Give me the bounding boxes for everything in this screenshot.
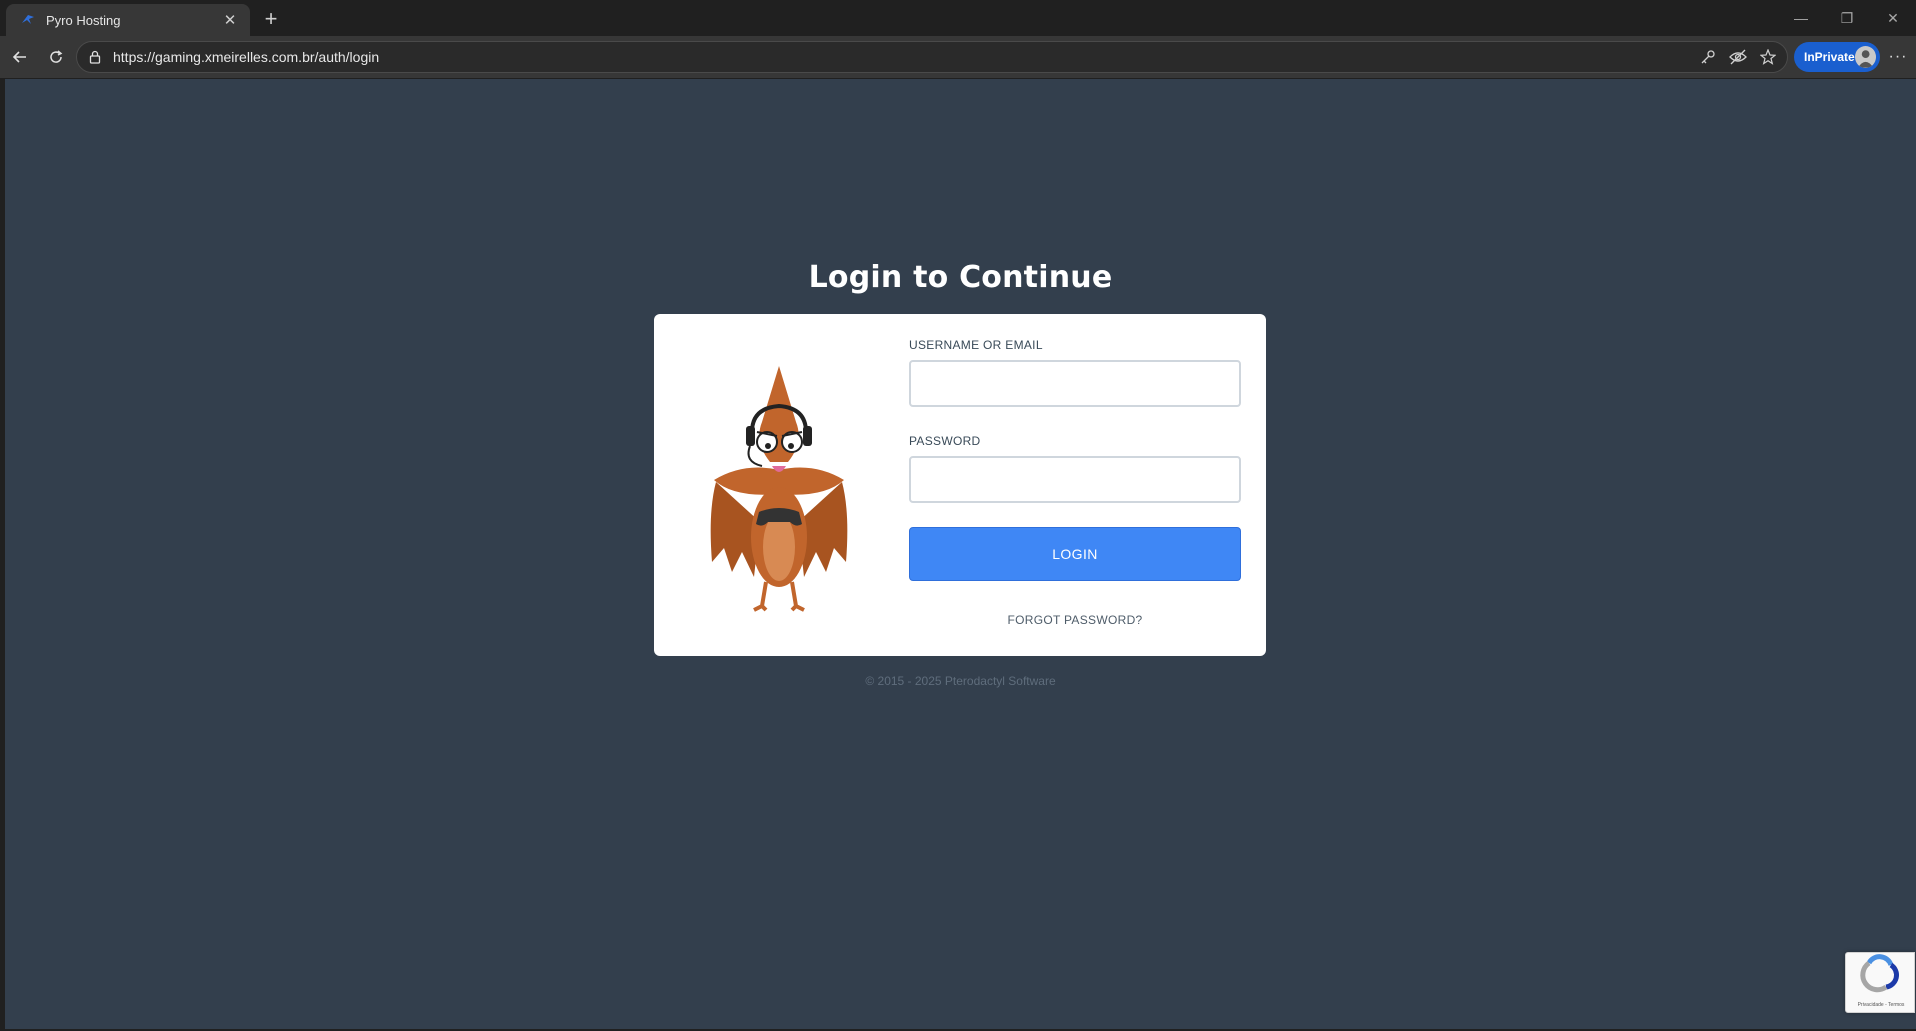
page-viewport: Login to Continue USERNAME OR EMAIL PASS… <box>5 79 1916 1029</box>
tracking-prevention-icon[interactable] <box>1727 46 1749 68</box>
refresh-button[interactable] <box>42 43 70 71</box>
username-input[interactable] <box>909 360 1241 407</box>
password-label: PASSWORD <box>909 434 981 448</box>
url-text[interactable]: https://gaming.xmeirelles.com.br/auth/lo… <box>113 49 1697 65</box>
window-controls: — ❐ ✕ <box>1778 0 1916 36</box>
pterodactyl-favicon-icon <box>20 12 36 28</box>
new-tab-button[interactable]: + <box>258 6 284 32</box>
avatar <box>1854 46 1876 68</box>
login-form: USERNAME OR EMAIL PASSWORD LOGIN FORGOT … <box>909 338 1241 627</box>
recaptcha-logo-icon <box>1860 954 1899 993</box>
more-menu-button[interactable]: ··· <box>1884 43 1912 71</box>
browser-tab[interactable]: Pyro Hosting ✕ <box>6 4 250 36</box>
back-button[interactable] <box>6 43 34 71</box>
password-input[interactable] <box>909 456 1241 503</box>
back-arrow-icon <box>12 51 26 63</box>
inprivate-label: InPrivate <box>1804 50 1855 64</box>
copyright-footer: © 2015 - 2025 Pterodactyl Software <box>865 674 1056 688</box>
pterodactyl-mascot-icon <box>710 366 848 612</box>
page-title: Login to Continue <box>808 260 1113 295</box>
refresh-icon <box>50 50 63 63</box>
password-key-icon[interactable] <box>1697 46 1719 68</box>
login-card: USERNAME OR EMAIL PASSWORD LOGIN FORGOT … <box>654 314 1266 656</box>
tab-strip: Pyro Hosting ✕ + — ❐ ✕ <box>0 0 1916 36</box>
minimize-button[interactable]: — <box>1778 0 1824 36</box>
login-button[interactable]: LOGIN <box>909 527 1241 581</box>
browser-toolbar: https://gaming.xmeirelles.com.br/auth/lo… <box>0 36 1916 78</box>
username-label: USERNAME OR EMAIL <box>909 338 1043 352</box>
recaptcha-terms[interactable]: Privacidade - Termos <box>1846 1002 1916 1008</box>
tab-close-icon[interactable]: ✕ <box>220 10 240 30</box>
tab-title: Pyro Hosting <box>46 12 121 28</box>
favorite-star-icon[interactable] <box>1757 46 1779 68</box>
forgot-password-link[interactable]: FORGOT PASSWORD? <box>909 613 1241 627</box>
restore-button[interactable]: ❐ <box>1824 0 1870 36</box>
address-bar[interactable]: https://gaming.xmeirelles.com.br/auth/lo… <box>76 41 1788 73</box>
close-window-button[interactable]: ✕ <box>1870 0 1916 36</box>
recaptcha-badge[interactable]: Privacidade - Termos <box>1845 952 1915 1013</box>
inprivate-badge[interactable]: InPrivate <box>1794 42 1880 72</box>
lock-icon[interactable] <box>87 49 103 65</box>
